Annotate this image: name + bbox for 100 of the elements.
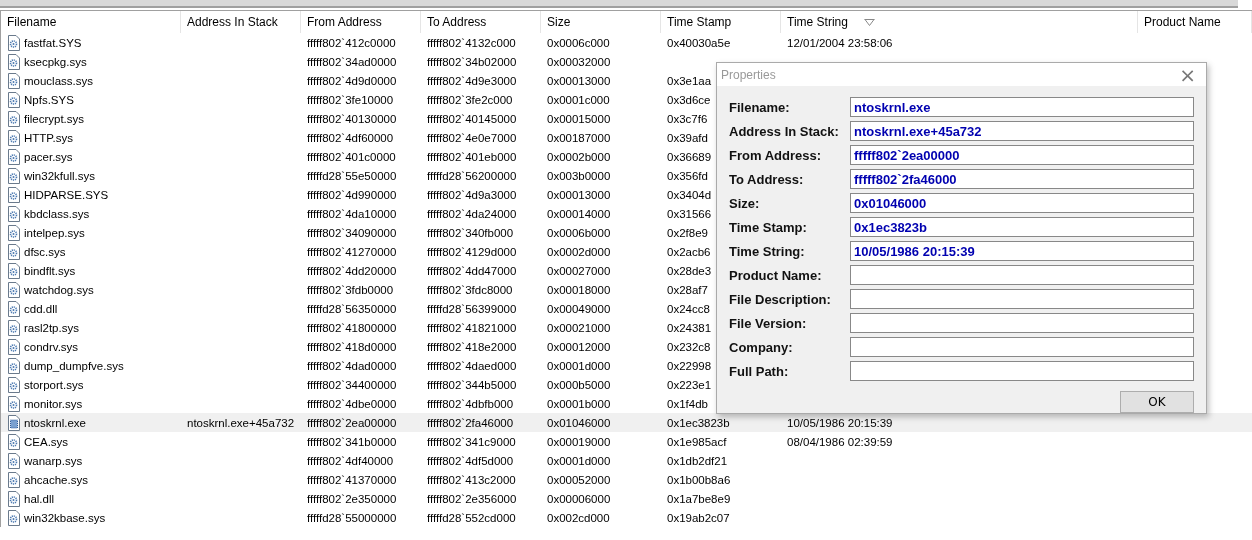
table-cell: 0x000b5000: [547, 378, 611, 391]
column-header[interactable]: Product Name: [1138, 11, 1252, 33]
gear-file-icon: [7, 338, 21, 355]
column-header[interactable]: Filename: [1, 11, 181, 33]
table-cell: 0x3404d: [667, 188, 712, 201]
table-cell: fffff802`4d9e3000: [427, 74, 517, 87]
table-cell: fffff802`3fdb0000: [307, 283, 394, 296]
value-field[interactable]: fffff802`2fa46000: [850, 169, 1194, 189]
table-cell: fffff802`4d9a3000: [427, 188, 517, 201]
gear-file-icon: [7, 281, 21, 298]
table-cell: 0x22998: [667, 359, 712, 372]
table-cell: fffff802`340fb000: [427, 226, 514, 239]
value-field[interactable]: 0x1ec3823b: [850, 217, 1194, 237]
table-cell: 12/01/2004 23:58:06: [787, 36, 893, 49]
table-cell: monitor.sys: [24, 397, 83, 410]
table-cell: fffffd28`55000000: [307, 511, 397, 524]
gear-file-icon: [7, 91, 21, 108]
table-cell: fffff802`2fa46000: [427, 416, 514, 429]
table-cell: 0x31566: [667, 207, 712, 220]
field-label: File Version:: [729, 315, 808, 331]
table-cell: fffff802`2e356000: [427, 492, 517, 505]
table-cell: 0x01046000: [547, 416, 611, 429]
value-field[interactable]: ntoskrnl.exe: [850, 97, 1194, 117]
table-cell: 0x00014000: [547, 207, 611, 220]
column-header[interactable]: Size: [541, 11, 661, 33]
table-cell: fffff802`34400000: [307, 378, 397, 391]
table-cell: 0x0001d000: [547, 359, 611, 372]
table-cell: 0x00021000: [547, 321, 611, 334]
table-cell: ntoskrnl.exe: [24, 416, 86, 429]
column-header[interactable]: From Address: [301, 11, 421, 33]
value-field[interactable]: fffff802`2ea00000: [850, 145, 1194, 165]
table-cell: 0x40030a5e: [667, 36, 731, 49]
table-cell: fffffd28`56200000: [427, 169, 517, 182]
table-cell: ksecpkg.sys: [24, 55, 87, 68]
table-cell: fffff802`401eb000: [427, 150, 517, 163]
table-cell: fffff802`4129d000: [427, 245, 517, 258]
table-cell: rasl2tp.sys: [24, 321, 79, 334]
scrollbar[interactable]: [0, 0, 1238, 8]
gear-file-icon: [7, 471, 21, 488]
table-cell: fffff802`413c2000: [427, 473, 516, 486]
close-button[interactable]: ×: [1177, 64, 1198, 85]
table-cell: 0x2acb6: [667, 245, 711, 258]
value-field[interactable]: 10/05/1986 20:15:39: [850, 241, 1194, 261]
table-cell: 0x0001c000: [547, 93, 610, 106]
table-cell: 0x1b00b8a6: [667, 473, 731, 486]
table-cell: fffff802`4dbe0000: [307, 397, 397, 410]
value-field[interactable]: [850, 313, 1194, 333]
table-cell: HTTP.sys: [24, 131, 73, 144]
executable-file-icon: [7, 414, 21, 431]
gear-file-icon: [7, 53, 21, 70]
table-cell: 0x0006b000: [547, 226, 611, 239]
table-cell: fffff802`4dd47000: [427, 264, 517, 277]
table-cell: 0x2f8e9: [667, 226, 708, 239]
value-field[interactable]: ntoskrnl.exe+45a732: [850, 121, 1194, 141]
table-cell: fffff802`4daed000: [427, 359, 517, 372]
table-cell: fffff802`4df40000: [307, 454, 394, 467]
table-cell: fffffd28`56350000: [307, 302, 397, 315]
table-cell: fffff802`34090000: [307, 226, 397, 239]
table-cell: filecrypt.sys: [24, 112, 85, 125]
value-field[interactable]: [850, 289, 1194, 309]
table-cell: 0x28de3: [667, 264, 712, 277]
table-cell: 0x39afd: [667, 131, 708, 144]
table-cell: 0x356fd: [667, 169, 708, 182]
table-cell: fffff802`3fdc8000: [427, 283, 513, 296]
ok-button[interactable]: OK: [1120, 391, 1194, 413]
table-cell: fffff802`4d990000: [307, 188, 397, 201]
table-cell: ahcache.sys: [24, 473, 88, 486]
table-cell: fffff802`2e350000: [307, 492, 397, 505]
field-label: Company:: [729, 339, 794, 355]
table-cell: 0x3e1aa: [667, 74, 712, 87]
gear-file-icon: [7, 376, 21, 393]
value-field[interactable]: [850, 337, 1194, 357]
column-header[interactable]: Time Stamp: [661, 11, 781, 33]
table-cell: 0x00015000: [547, 112, 611, 125]
gear-file-icon: [7, 433, 21, 450]
value-field[interactable]: [850, 361, 1194, 381]
table-cell: fffff802`341c9000: [427, 435, 516, 448]
field-label: Product Name:: [729, 267, 823, 283]
table-cell: 0x36689: [667, 150, 712, 163]
table-cell: cdd.dll: [24, 302, 58, 315]
table-cell: fffff802`41821000: [427, 321, 517, 334]
table-cell: 0x24381: [667, 321, 712, 334]
table-cell: 0x00032000: [547, 55, 611, 68]
table-cell: 10/05/1986 20:15:39: [787, 416, 893, 429]
column-header[interactable]: Address In Stack: [181, 11, 301, 33]
table-cell: 0x3c7f6: [667, 112, 708, 125]
column-header[interactable]: Time String: [781, 11, 1138, 33]
table-cell: dfsc.sys: [24, 245, 66, 258]
table-cell: 0x00006000: [547, 492, 611, 505]
value-field[interactable]: [850, 265, 1194, 285]
value-field[interactable]: 0x01046000: [850, 193, 1194, 213]
table-cell: dump_dumpfve.sys: [24, 359, 124, 372]
table-cell: 0x00049000: [547, 302, 611, 315]
table-cell: Npfs.SYS: [24, 93, 74, 106]
table-cell: fffff802`4e0e7000: [427, 131, 517, 144]
field-label: Size:: [729, 195, 761, 211]
column-header[interactable]: To Address: [421, 11, 541, 33]
gear-file-icon: [7, 72, 21, 89]
gear-file-icon: [7, 395, 21, 412]
gear-file-icon: [7, 205, 21, 222]
